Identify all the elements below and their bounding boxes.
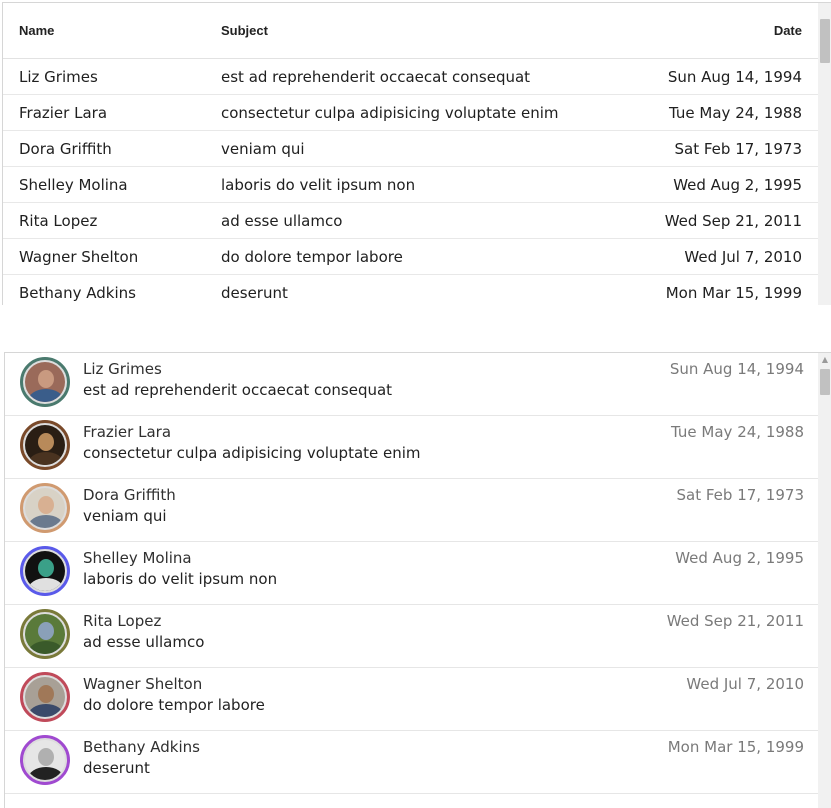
list-item-date: Wed Aug 2, 1995 [675, 549, 804, 567]
table-body: Name Subject Date Liz Grimes est ad repr… [3, 3, 818, 305]
cell-subject: deserunt [221, 284, 288, 302]
table-scrollbar[interactable] [818, 3, 831, 305]
list-scrollbar-thumb[interactable] [820, 369, 830, 395]
list-item[interactable]: Rita Lopez ad esse ullamco Wed Sep 21, 201… [5, 605, 818, 668]
list-item[interactable]: Dora Griffith veniam qui Sat Feb 17, 1973 [5, 479, 818, 542]
cell-date: Wed Aug 2, 1995 [673, 176, 802, 194]
cell-name: Liz Grimes [19, 68, 98, 86]
data-table: Name Subject Date Liz Grimes est ad repr… [2, 2, 831, 305]
scroll-up-arrow-icon[interactable]: ▲ [818, 353, 831, 367]
cell-date: Wed Sep 21, 2011 [664, 212, 802, 230]
list-item-name: Frazier Lara [83, 423, 172, 441]
list-item-subject: veniam qui [83, 507, 167, 525]
table-row[interactable]: Liz Grimes est ad reprehenderit occaecat… [3, 59, 818, 95]
list-item-date: Wed Jul 7, 2010 [686, 675, 804, 693]
list-item-name: Rita Lopez [83, 612, 162, 630]
list-item-subject: laboris do velit ipsum non [83, 570, 278, 588]
table-header-row: Name Subject Date [3, 3, 818, 59]
avatar [20, 546, 70, 596]
list-item-name: Dora Griffith [83, 486, 176, 504]
list-scrollbar[interactable]: ▲ [818, 353, 831, 808]
avatar-list: Liz Grimes est ad reprehenderit occaecat … [4, 352, 831, 808]
avatar [20, 672, 70, 722]
cell-date: Sat Feb 17, 1973 [674, 140, 803, 158]
cell-subject: do dolore tempor labore [221, 248, 403, 266]
avatar [20, 357, 70, 407]
list-item-subject: deserunt [83, 759, 150, 777]
list-item-date: Tue May 24, 1988 [671, 423, 804, 441]
cell-name: Frazier Lara [19, 104, 108, 122]
cell-subject: ad esse ullamco [221, 212, 343, 230]
cell-subject: laboris do velit ipsum non [221, 176, 416, 194]
list-item-subject: ad esse ullamco [83, 633, 205, 651]
cell-name: Dora Griffith [19, 140, 112, 158]
list-item-name: Liz Grimes [83, 360, 162, 378]
avatar [20, 483, 70, 533]
column-header-name[interactable]: Name [19, 3, 54, 58]
list-item-date: Sat Feb 17, 1973 [676, 486, 805, 504]
cell-date: Tue May 24, 1988 [669, 104, 802, 122]
cell-date: Mon Mar 15, 1999 [665, 284, 802, 302]
table-row[interactable]: Rita Lopez ad esse ullamco Wed Sep 21, 2… [3, 203, 818, 239]
avatar [20, 735, 70, 785]
cell-name: Wagner Shelton [19, 248, 139, 266]
list-body: Liz Grimes est ad reprehenderit occaecat … [5, 353, 818, 808]
table-row[interactable]: Shelley Molina laboris do velit ipsum no… [3, 167, 818, 203]
table-row[interactable]: Frazier Lara consectetur culpa adipisici… [3, 95, 818, 131]
list-item-name: Wagner Shelton [83, 675, 203, 693]
column-header-subject[interactable]: Subject [221, 3, 268, 58]
cell-name: Bethany Adkins [19, 284, 136, 302]
list-item[interactable]: Wagner Shelton do dolore tempor labore Wed… [5, 668, 818, 731]
table-row[interactable]: Dora Griffith veniam qui Sat Feb 17, 197… [3, 131, 818, 167]
list-item-name: Shelley Molina [83, 549, 192, 567]
cell-date: Sun Aug 14, 1994 [667, 68, 802, 86]
cell-subject: est ad reprehenderit occaecat consequat [221, 68, 531, 86]
list-item-subject: consectetur culpa adipisicing voluptate … [83, 444, 421, 462]
list-item[interactable]: Liz Grimes est ad reprehenderit occaecat … [5, 353, 818, 416]
list-item-name: Bethany Adkins [83, 738, 200, 756]
list-item-subject: do dolore tempor labore [83, 696, 265, 714]
table-row[interactable]: Wagner Shelton do dolore tempor labore W… [3, 239, 818, 275]
list-item-subject: est ad reprehenderit occaecat consequat [83, 381, 393, 399]
list-item-date: Wed Sep 21, 2011 [666, 612, 804, 630]
cell-subject: veniam qui [221, 140, 305, 158]
list-item[interactable]: Shelley Molina laboris do velit ipsum non… [5, 542, 818, 605]
list-item[interactable]: Bethany Adkins deserunt Mon Mar 15, 1999 [5, 731, 818, 794]
list-item-date: Sun Aug 14, 1994 [669, 360, 804, 378]
avatar [20, 420, 70, 470]
list-item-date: Mon Mar 15, 1999 [667, 738, 804, 756]
avatar [20, 609, 70, 659]
cell-subject: consectetur culpa adipisicing voluptate … [221, 104, 559, 122]
column-header-date[interactable]: Date [774, 3, 802, 58]
table-scrollbar-thumb[interactable] [820, 19, 830, 63]
cell-name: Shelley Molina [19, 176, 128, 194]
cell-date: Wed Jul 7, 2010 [684, 248, 802, 266]
list-item[interactable]: Frazier Lara consectetur culpa adipisicin… [5, 416, 818, 479]
cell-name: Rita Lopez [19, 212, 98, 230]
table-row[interactable]: Bethany Adkins deserunt Mon Mar 15, 1999 [3, 275, 818, 305]
